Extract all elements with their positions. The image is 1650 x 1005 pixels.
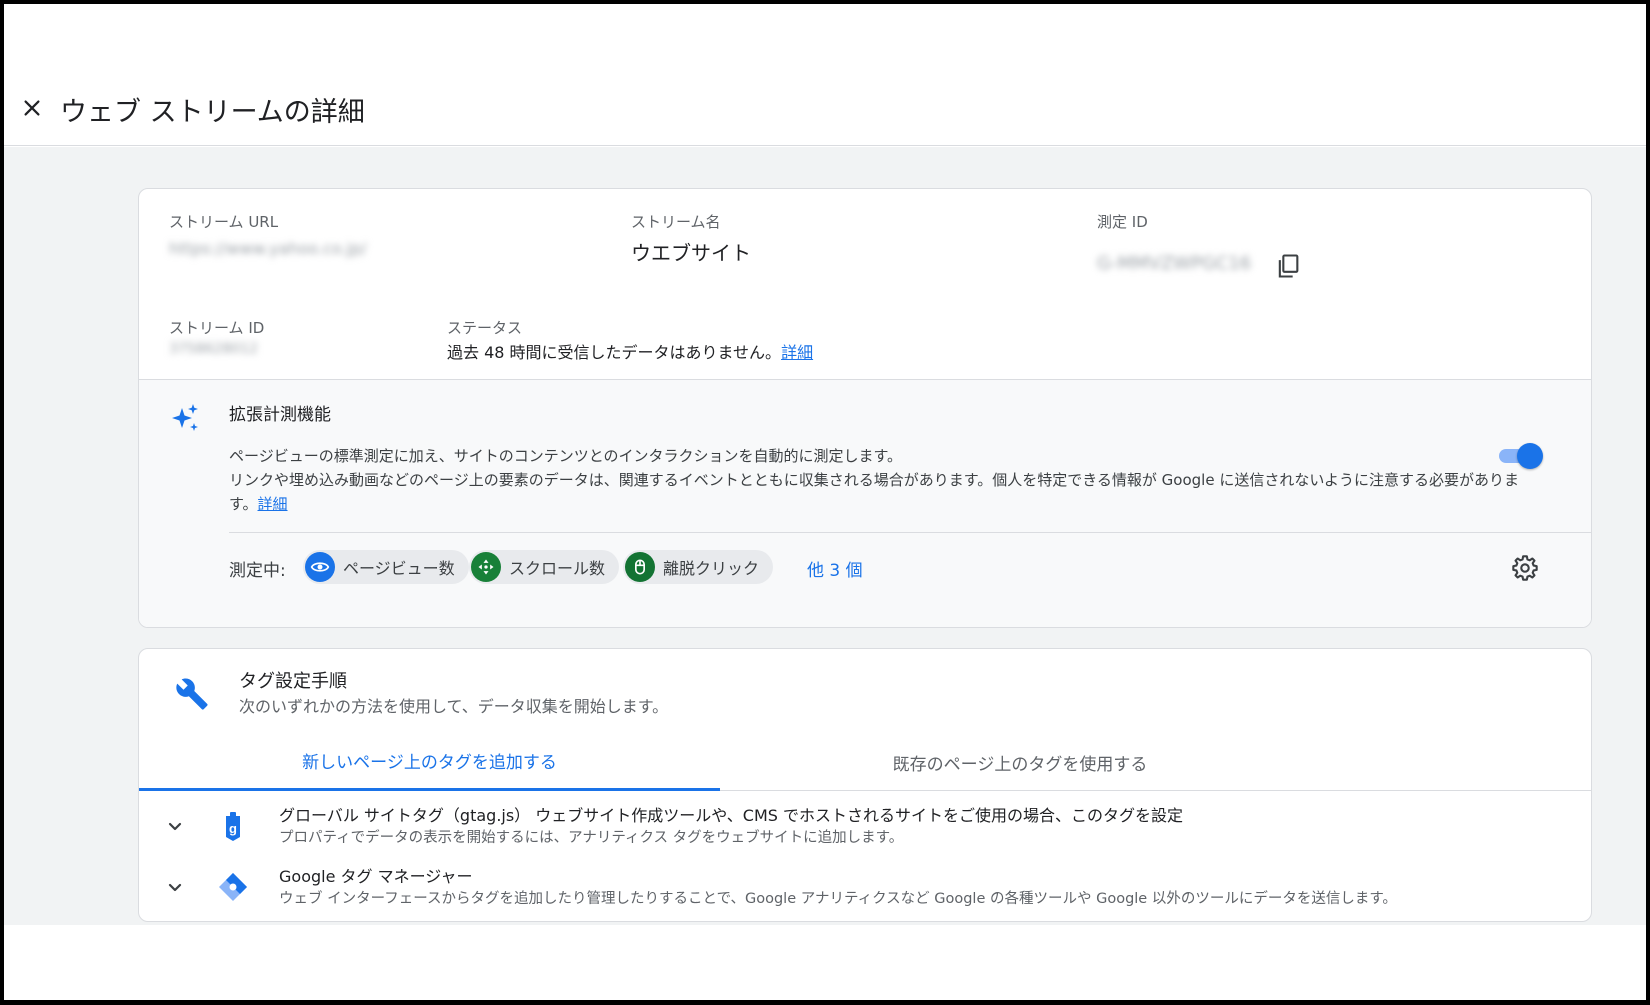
status-message: 過去 48 時間に受信したデータはありません。詳細 [447,339,813,363]
stream-id-value: 3758628012 [169,341,259,357]
more-events-link[interactable]: 他 3 個 [807,556,863,581]
chevron-down-icon [168,822,182,831]
measuring-label: 測定中: [229,561,286,581]
chevron-down-icon [168,883,182,892]
chip-label: ページビュー数 [343,559,455,578]
tagging-tabs: 新しいページ上のタグを追加する 既存のページ上のタグを使用する [139,733,1591,791]
enhanced-measurement-title: 拡張計測機能 [229,405,331,425]
enhanced-measurement-toggle[interactable] [1497,442,1543,469]
measurement-id-value: G-MMVZWPGC16 [1097,253,1252,274]
chip-label: スクロール数 [509,559,606,578]
enhanced-details-link[interactable]: 詳細 [258,495,288,513]
enhanced-desc-line2: リンクや埋め込み動画などのページ上の要素のデータは、関連するイベントとともに収集… [229,471,1520,513]
gtag-icon: g [226,812,240,841]
page-title: ウェブ ストリームの詳細 [60,97,365,128]
stream-url-label: ストリーム URL [169,213,279,231]
divider [229,532,1591,533]
crosshair-icon [471,552,501,582]
tab-use-existing-tag[interactable]: 既存のページ上のタグを使用する [720,733,1320,791]
copy-icon [1278,254,1299,278]
stream-id-label: ストリーム ID [169,319,265,337]
close-button[interactable] [18,94,46,122]
enhanced-measurement-description: ページビューの標準測定に加え、サイトのコンテンツとのインタラクションを自動的に測… [229,444,1529,516]
status-label: ステータス [447,319,523,337]
toggle-thumb [1517,443,1543,469]
settings-button[interactable] [1509,552,1541,584]
gtag-row-subtitle: プロパティでデータの表示を開始するには、アナリティクス タグをウェブサイトに追加… [279,830,904,846]
wrench-icon [176,678,208,710]
chip-label: 離脱クリック [663,559,760,578]
close-icon [24,100,40,116]
tag-manager-row-title: Google タグ マネージャー [279,867,473,886]
gtag-row[interactable]: g グローバル サイトタグ（gtag.js） ウェブサイト作成ツールや、CMS … [139,796,1591,856]
page-header: ウェブ ストリームの詳細 [4,4,1646,146]
status-text: 過去 48 時間に受信したデータはありません。 [447,343,782,362]
tagging-instructions-card: タグ設定手順 次のいずれかの方法を使用して、データ収集を開始します。 新しいペー… [138,648,1592,922]
bottom-area [4,925,1646,1000]
copy-button[interactable] [1271,249,1305,283]
sparkle-icon [172,404,198,431]
measurement-id-label: 測定 ID [1097,213,1148,231]
enhanced-measurement-section: 拡張計測機能 ページビューの標準測定に加え、サイトのコンテンツとのインタラクショ… [139,379,1591,627]
tagging-subtitle: 次のいずれかの方法を使用して、データ収集を開始します。 [239,697,669,716]
gtag-row-title: グローバル サイトタグ（gtag.js） ウェブサイト作成ツールや、CMS でホ… [279,806,1184,825]
tag-manager-row-subtitle: ウェブ インターフェースからタグを追加したり管理したりすることで、Google … [279,891,1397,907]
eye-icon [305,552,335,582]
tag-manager-icon [219,873,247,901]
tag-manager-row[interactable]: Google タグ マネージャー ウェブ インターフェースからタグを追加したり管… [139,857,1591,917]
status-details-link[interactable]: 詳細 [781,343,813,362]
chip-scrolls[interactable]: スクロール数 [469,550,620,584]
tagging-title: タグ設定手順 [239,671,347,692]
chip-outbound-clicks[interactable]: 離脱クリック [623,550,774,584]
stream-name-label: ストリーム名 [631,213,721,231]
tab-add-new-tag[interactable]: 新しいページ上のタグを追加する [139,733,720,791]
stream-name-value: ウエブサイト [631,241,751,265]
chip-page-views[interactable]: ページビュー数 [303,550,469,584]
enhanced-desc-line1: ページビューの標準測定に加え、サイトのコンテンツとのインタラクションを自動的に測… [229,447,903,465]
stream-details-card: ストリーム URL https://www.yahoo.co.jp/ ストリーム… [138,188,1592,628]
gear-icon [1512,555,1538,581]
stream-url-value: https://www.yahoo.co.jp/ [169,239,367,258]
svg-text:g: g [229,821,237,836]
mouse-icon [625,552,655,582]
